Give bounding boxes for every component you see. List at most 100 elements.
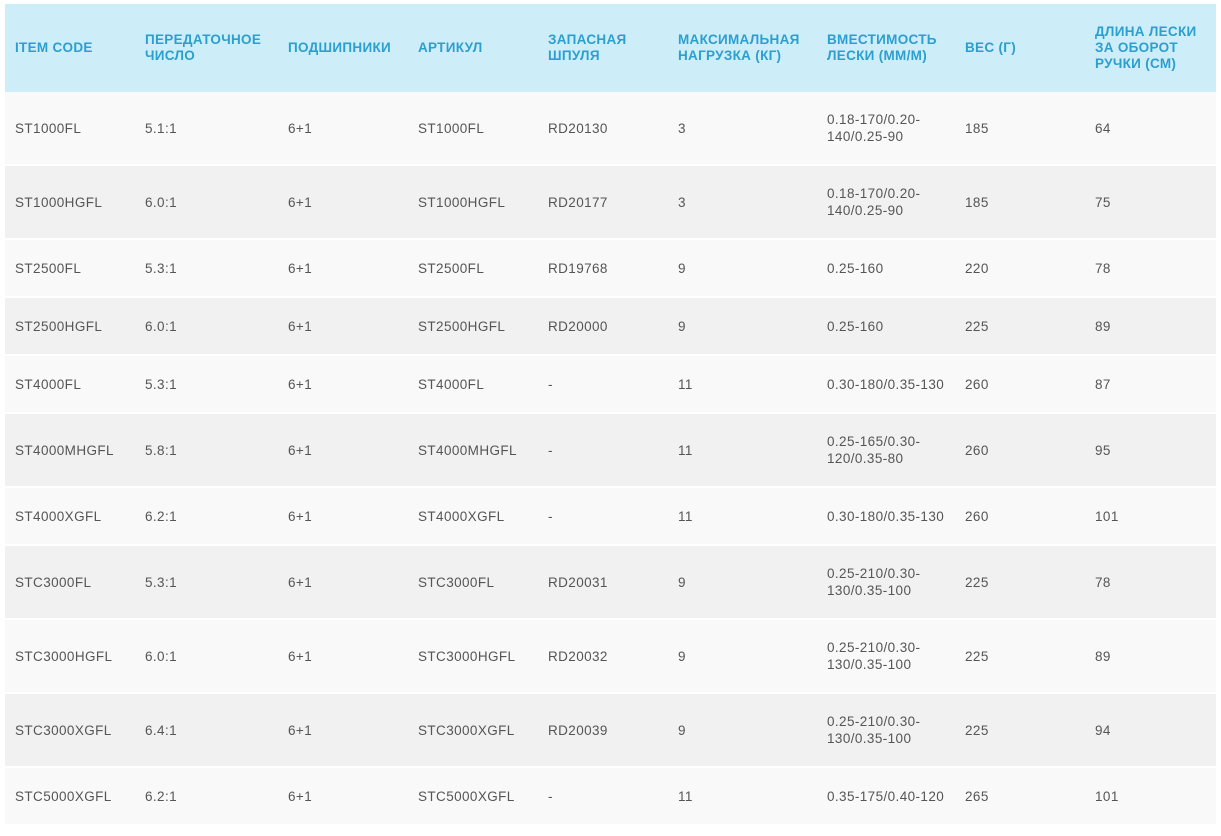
table-row: ST1000FL 5.1:1 6+1 ST1000FL RD20130 3 0.… bbox=[5, 92, 1216, 166]
cell-gear-ratio: 6.4:1 bbox=[135, 694, 278, 768]
cell-line-per-turn: 87 bbox=[1085, 356, 1216, 414]
cell-line-per-turn: 75 bbox=[1085, 166, 1216, 240]
table-header-row: ITEM CODE ПЕРЕДАТОЧНОЕ ЧИСЛО ПОДШИПНИКИ … bbox=[5, 4, 1216, 92]
cell-bearings: 6+1 bbox=[278, 768, 408, 826]
cell-bearings: 6+1 bbox=[278, 694, 408, 768]
cell-line-per-turn: 64 bbox=[1085, 92, 1216, 166]
cell-line-capacity: 0.25-160 bbox=[817, 240, 955, 298]
cell-article: ST4000FL bbox=[408, 356, 538, 414]
cell-gear-ratio: 5.3:1 bbox=[135, 240, 278, 298]
cell-weight: 225 bbox=[955, 694, 1085, 768]
table-row: ST1000HGFL 6.0:1 6+1 ST1000HGFL RD20177 … bbox=[5, 166, 1216, 240]
cell-line-per-turn: 101 bbox=[1085, 488, 1216, 546]
cell-gear-ratio: 6.0:1 bbox=[135, 298, 278, 356]
cell-line-per-turn: 89 bbox=[1085, 620, 1216, 694]
cell-gear-ratio: 6.2:1 bbox=[135, 768, 278, 826]
cell-bearings: 6+1 bbox=[278, 620, 408, 694]
cell-line-per-turn: 78 bbox=[1085, 240, 1216, 298]
cell-spare-spool: RD20177 bbox=[538, 166, 668, 240]
cell-weight: 225 bbox=[955, 298, 1085, 356]
cell-line-capacity: 0.18-170/0.20-140/0.25-90 bbox=[817, 166, 955, 240]
cell-line-per-turn: 95 bbox=[1085, 414, 1216, 488]
cell-line-per-turn: 101 bbox=[1085, 768, 1216, 826]
header-max-drag: МАКСИМАЛЬНАЯ НАГРУЗКА (КГ) bbox=[668, 4, 817, 92]
cell-line-capacity: 0.25-210/0.30-130/0.35-100 bbox=[817, 694, 955, 768]
cell-bearings: 6+1 bbox=[278, 414, 408, 488]
cell-article: ST2500HGFL bbox=[408, 298, 538, 356]
cell-weight: 185 bbox=[955, 166, 1085, 240]
cell-gear-ratio: 5.8:1 bbox=[135, 414, 278, 488]
cell-item-code: STC3000HGFL bbox=[5, 620, 135, 694]
table-body: ST1000FL 5.1:1 6+1 ST1000FL RD20130 3 0.… bbox=[5, 92, 1216, 826]
cell-item-code: STC3000FL bbox=[5, 546, 135, 620]
cell-weight: 225 bbox=[955, 546, 1085, 620]
cell-spare-spool: RD20039 bbox=[538, 694, 668, 768]
cell-item-code: ST4000FL bbox=[5, 356, 135, 414]
cell-article: ST1000FL bbox=[408, 92, 538, 166]
cell-bearings: 6+1 bbox=[278, 356, 408, 414]
cell-weight: 260 bbox=[955, 488, 1085, 546]
cell-line-capacity: 0.30-180/0.35-130 bbox=[817, 356, 955, 414]
header-spare-spool: ЗАПАСНАЯ ШПУЛЯ bbox=[538, 4, 668, 92]
header-line-capacity: ВМЕСТИМОСТЬ ЛЕСКИ (ММ/М) bbox=[817, 4, 955, 92]
table-row: ST4000FL 5.3:1 6+1 ST4000FL - 11 0.30-18… bbox=[5, 356, 1216, 414]
cell-item-code: ST2500FL bbox=[5, 240, 135, 298]
cell-item-code: ST1000HGFL bbox=[5, 166, 135, 240]
cell-max-drag: 11 bbox=[668, 768, 817, 826]
table-row: STC3000FL 5.3:1 6+1 STC3000FL RD20031 9 … bbox=[5, 546, 1216, 620]
cell-item-code: ST4000XGFL bbox=[5, 488, 135, 546]
cell-gear-ratio: 5.3:1 bbox=[135, 546, 278, 620]
cell-item-code: STC5000XGFL bbox=[5, 768, 135, 826]
cell-max-drag: 9 bbox=[668, 694, 817, 768]
cell-line-capacity: 0.25-160 bbox=[817, 298, 955, 356]
cell-weight: 260 bbox=[955, 414, 1085, 488]
cell-bearings: 6+1 bbox=[278, 240, 408, 298]
cell-max-drag: 11 bbox=[668, 414, 817, 488]
cell-item-code: STC3000XGFL bbox=[5, 694, 135, 768]
cell-bearings: 6+1 bbox=[278, 546, 408, 620]
table-row: ST2500HGFL 6.0:1 6+1 ST2500HGFL RD20000 … bbox=[5, 298, 1216, 356]
cell-article: STC3000HGFL bbox=[408, 620, 538, 694]
cell-max-drag: 3 bbox=[668, 92, 817, 166]
cell-weight: 225 bbox=[955, 620, 1085, 694]
cell-spare-spool: RD20032 bbox=[538, 620, 668, 694]
cell-weight: 220 bbox=[955, 240, 1085, 298]
cell-article: STC5000XGFL bbox=[408, 768, 538, 826]
cell-item-code: ST1000FL bbox=[5, 92, 135, 166]
cell-article: ST4000XGFL bbox=[408, 488, 538, 546]
header-item-code: ITEM CODE bbox=[5, 4, 135, 92]
table-row: STC3000XGFL 6.4:1 6+1 STC3000XGFL RD2003… bbox=[5, 694, 1216, 768]
cell-max-drag: 3 bbox=[668, 166, 817, 240]
cell-spare-spool: - bbox=[538, 414, 668, 488]
cell-line-capacity: 0.25-165/0.30-120/0.35-80 bbox=[817, 414, 955, 488]
cell-line-per-turn: 89 bbox=[1085, 298, 1216, 356]
header-weight: ВЕС (Г) bbox=[955, 4, 1085, 92]
cell-article: STC3000XGFL bbox=[408, 694, 538, 768]
cell-gear-ratio: 5.1:1 bbox=[135, 92, 278, 166]
spec-table-container: ITEM CODE ПЕРЕДАТОЧНОЕ ЧИСЛО ПОДШИПНИКИ … bbox=[5, 4, 1216, 826]
cell-line-capacity: 0.25-210/0.30-130/0.35-100 bbox=[817, 620, 955, 694]
cell-article: ST1000HGFL bbox=[408, 166, 538, 240]
table-row: STC3000HGFL 6.0:1 6+1 STC3000HGFL RD2003… bbox=[5, 620, 1216, 694]
header-gear-ratio: ПЕРЕДАТОЧНОЕ ЧИСЛО bbox=[135, 4, 278, 92]
reel-spec-table: ITEM CODE ПЕРЕДАТОЧНОЕ ЧИСЛО ПОДШИПНИКИ … bbox=[5, 4, 1216, 826]
cell-article: STC3000FL bbox=[408, 546, 538, 620]
cell-max-drag: 11 bbox=[668, 356, 817, 414]
cell-spare-spool: - bbox=[538, 356, 668, 414]
cell-bearings: 6+1 bbox=[278, 92, 408, 166]
cell-article: ST4000MHGFL bbox=[408, 414, 538, 488]
cell-spare-spool: RD19768 bbox=[538, 240, 668, 298]
cell-gear-ratio: 6.0:1 bbox=[135, 620, 278, 694]
cell-bearings: 6+1 bbox=[278, 298, 408, 356]
cell-line-per-turn: 78 bbox=[1085, 546, 1216, 620]
table-row: ST2500FL 5.3:1 6+1 ST2500FL RD19768 9 0.… bbox=[5, 240, 1216, 298]
table-row: STC5000XGFL 6.2:1 6+1 STC5000XGFL - 11 0… bbox=[5, 768, 1216, 826]
cell-article: ST2500FL bbox=[408, 240, 538, 298]
table-row: ST4000XGFL 6.2:1 6+1 ST4000XGFL - 11 0.3… bbox=[5, 488, 1216, 546]
header-bearings: ПОДШИПНИКИ bbox=[278, 4, 408, 92]
cell-weight: 185 bbox=[955, 92, 1085, 166]
cell-spare-spool: RD20130 bbox=[538, 92, 668, 166]
cell-max-drag: 11 bbox=[668, 488, 817, 546]
cell-item-code: ST4000MHGFL bbox=[5, 414, 135, 488]
cell-gear-ratio: 6.0:1 bbox=[135, 166, 278, 240]
